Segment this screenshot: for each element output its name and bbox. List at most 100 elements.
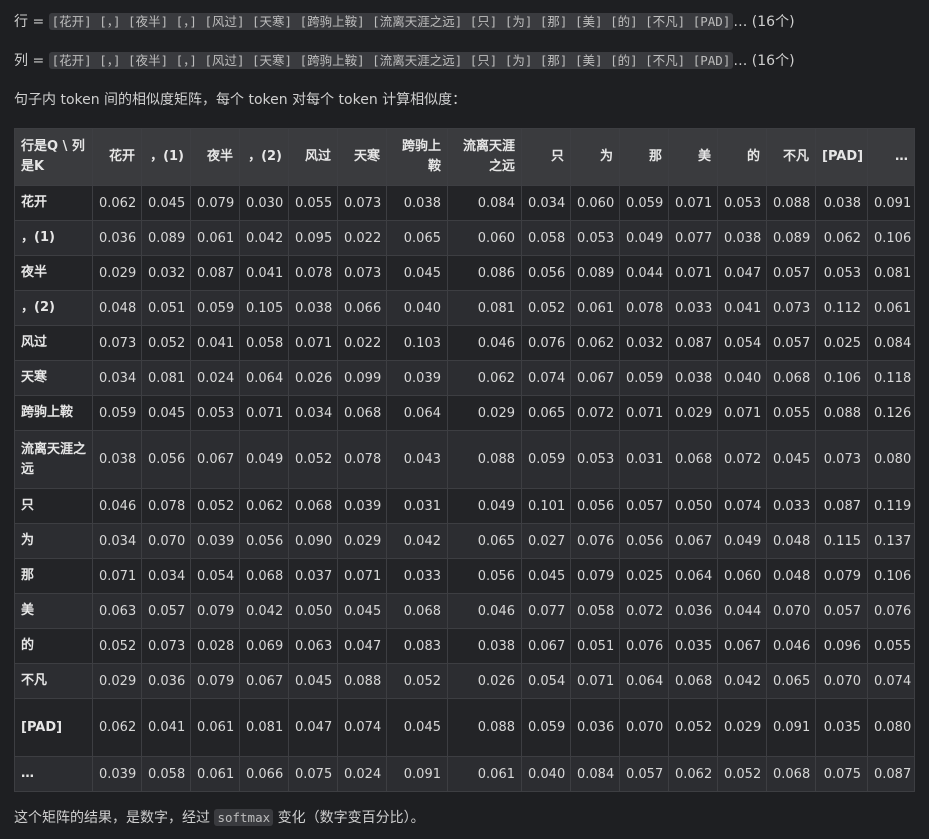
similarity-cell: 0.069 (239, 628, 289, 664)
similarity-cell: 0.089 (141, 220, 191, 256)
similarity-cell: 0.050 (668, 488, 718, 524)
similarity-cell: 0.042 (717, 663, 767, 699)
similarity-cell: 0.062 (570, 325, 620, 361)
similarity-cell: 0.059 (619, 360, 669, 396)
similarity-cell: 0.029 (668, 395, 718, 431)
similarity-matrix-table: 行是Q \ 列是K 花开 ，(1) 夜半 ，(2) 风过 天寒 跨驹上鞍 流离天涯之远只为那美… (14, 128, 915, 792)
similarity-cell: 0.088 (447, 430, 522, 489)
row-header: … (14, 756, 93, 792)
row-header: 流离天涯之远 (14, 430, 93, 489)
similarity-cell: 0.052 (288, 430, 338, 489)
similarity-cell: 0.032 (619, 325, 669, 361)
table-row: … 0.039 0.058 0.061 0.066 0.075 0.024 0.091 0.06… (14, 756, 915, 792)
similarity-cell: 0.077 (521, 593, 571, 629)
column-header: 夜半 (190, 128, 240, 186)
similarity-cell: 0.033 (766, 488, 816, 524)
similarity-cell: 0.058 (521, 220, 571, 256)
table-row: 夜半 0.029 0.032 0.087 0.041 0.078 0.073 0.045 0.0… (14, 255, 915, 291)
row-header: ，(1) (14, 220, 93, 256)
similarity-cell: 0.057 (619, 756, 669, 792)
similarity-cell: 0.044 (619, 255, 669, 291)
similarity-cell: 0.051 (141, 290, 191, 326)
similarity-cell: 0.040 (717, 360, 767, 396)
similarity-cell: 0.088 (337, 663, 387, 699)
similarity-cell: 0.073 (337, 185, 387, 221)
similarity-cell: 0.059 (92, 395, 142, 431)
similarity-cell: 0.038 (447, 628, 522, 664)
similarity-cell: 0.062 (668, 756, 718, 792)
similarity-cell: 0.091 (386, 756, 448, 792)
similarity-cell: 0.077 (668, 220, 718, 256)
similarity-cell: 0.074 (717, 488, 767, 524)
similarity-cell: 0.137 (867, 523, 915, 559)
row-token-prefix: 行 = (14, 14, 49, 30)
similarity-cell: 0.039 (337, 488, 387, 524)
similarity-cell: 0.091 (766, 698, 816, 757)
similarity-cell: 0.030 (239, 185, 289, 221)
similarity-cell: 0.034 (288, 395, 338, 431)
similarity-cell: 0.060 (717, 558, 767, 594)
similarity-cell: 0.056 (619, 523, 669, 559)
similarity-cell: 0.056 (239, 523, 289, 559)
similarity-cell: 0.057 (815, 593, 868, 629)
similarity-cell: 0.058 (570, 593, 620, 629)
similarity-cell: 0.043 (386, 430, 448, 489)
similarity-cell: 0.036 (141, 663, 191, 699)
similarity-cell: 0.025 (815, 325, 868, 361)
row-header: 只 (14, 488, 93, 524)
similarity-cell: 0.083 (386, 628, 448, 664)
similarity-cell: 0.099 (337, 360, 387, 396)
similarity-cell: 0.057 (619, 488, 669, 524)
similarity-cell: 0.049 (239, 430, 289, 489)
similarity-cell: 0.059 (619, 185, 669, 221)
row-header: 的 (14, 628, 93, 664)
row-header: [PAD] (14, 698, 93, 757)
similarity-cell: 0.118 (867, 360, 915, 396)
table-row: 那 0.071 0.034 0.054 0.068 0.037 0.071 0.033 0.05… (14, 558, 915, 594)
similarity-cell: 0.031 (386, 488, 448, 524)
similarity-cell: 0.041 (190, 325, 240, 361)
similarity-cell: 0.033 (668, 290, 718, 326)
similarity-cell: 0.055 (288, 185, 338, 221)
similarity-cell: 0.068 (766, 756, 816, 792)
similarity-cell: 0.041 (239, 255, 289, 291)
similarity-cell: 0.061 (190, 698, 240, 757)
similarity-cell: 0.071 (668, 255, 718, 291)
similarity-cell: 0.044 (717, 593, 767, 629)
similarity-cell: 0.074 (867, 663, 915, 699)
similarity-cell: 0.064 (386, 395, 448, 431)
similarity-cell: 0.091 (867, 185, 915, 221)
similarity-cell: 0.031 (619, 430, 669, 489)
table-row: 跨驹上鞍 0.059 0.045 0.053 0.071 0.034 0.068 0.064 0… (14, 395, 915, 431)
column-header: 天寒 (337, 128, 387, 186)
softmax-code: softmax (214, 809, 274, 826)
similarity-cell: 0.048 (92, 290, 142, 326)
similarity-cell: 0.056 (447, 558, 522, 594)
similarity-cell: 0.024 (190, 360, 240, 396)
similarity-cell: 0.067 (717, 628, 767, 664)
similarity-cell: 0.052 (717, 756, 767, 792)
similarity-cell: 0.061 (570, 290, 620, 326)
similarity-cell: 0.067 (570, 360, 620, 396)
similarity-cell: 0.035 (815, 698, 868, 757)
row-header: 美 (14, 593, 93, 629)
similarity-cell: 0.038 (717, 220, 767, 256)
similarity-cell: 0.062 (239, 488, 289, 524)
similarity-cell: 0.062 (92, 698, 142, 757)
similarity-cell: 0.073 (92, 325, 142, 361)
similarity-cell: 0.101 (521, 488, 571, 524)
similarity-cell: 0.054 (717, 325, 767, 361)
similarity-cell: 0.064 (619, 663, 669, 699)
similarity-cell: 0.084 (867, 325, 915, 361)
similarity-cell: 0.061 (447, 756, 522, 792)
similarity-cell: 0.027 (521, 523, 571, 559)
similarity-cell: 0.070 (619, 698, 669, 757)
similarity-cell: 0.060 (570, 185, 620, 221)
table-row: ，(2) 0.048 0.051 0.059 0.105 0.038 0.066 0.040 0… (14, 290, 915, 326)
document: 行 = [花开] [，] [夜半] [，] [风过] [天寒] [跨驹上鞍] [… (0, 0, 929, 830)
corner-header: 行是Q \ 列是K (14, 128, 93, 186)
similarity-cell: 0.034 (92, 360, 142, 396)
similarity-cell: 0.115 (815, 523, 868, 559)
table-body: 花开 0.062 0.045 0.079 0.030 0.055 0.073 0.038 0.0… (14, 185, 915, 792)
similarity-cell: 0.067 (668, 523, 718, 559)
